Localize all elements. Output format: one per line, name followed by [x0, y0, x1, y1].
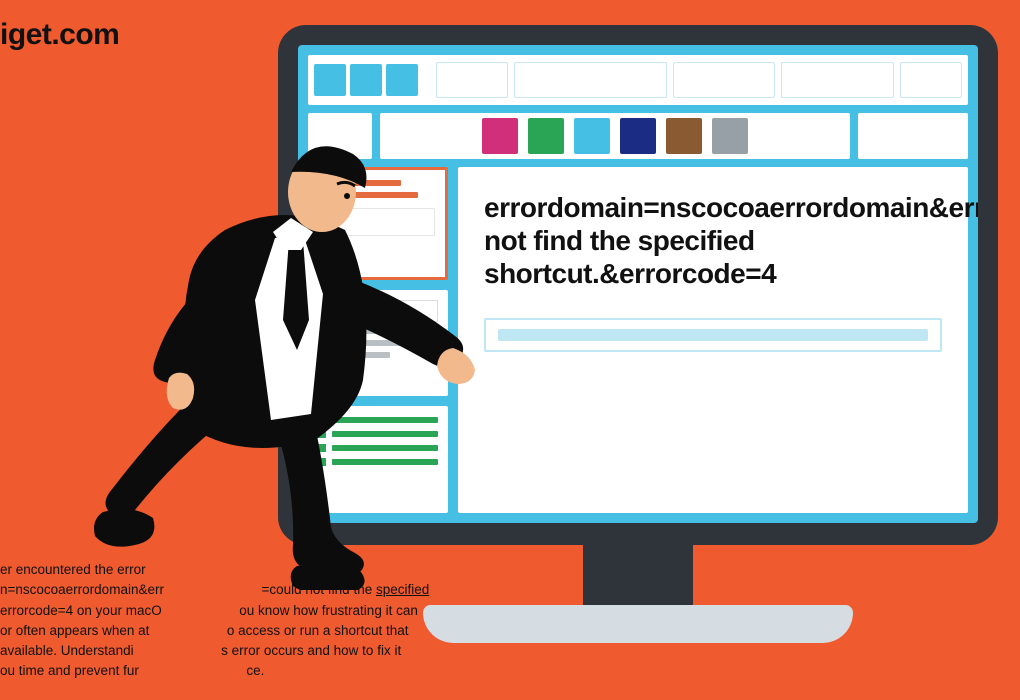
text: ou time and prevent fur: [0, 663, 139, 678]
text: o access or run a shortcut that: [227, 623, 409, 638]
site-logo: iget.com: [0, 18, 119, 52]
text: ce.: [246, 663, 264, 678]
toolbar-slot: [781, 62, 893, 98]
text: ou know how frustrating it can: [239, 603, 418, 618]
text: s error occurs and how to fix it: [221, 643, 401, 658]
swatch: [574, 118, 610, 154]
toolbar-slot: [514, 62, 667, 98]
content-placeholder: [484, 318, 942, 352]
swatch: [666, 118, 702, 154]
app-titlebar: [308, 55, 968, 105]
slide-canvas: errordomain=nscocoaerrordomain&errormess…: [458, 167, 968, 513]
toolbar-slot: [673, 62, 775, 98]
slide-title: errordomain=nscocoaerrordomain&errormess…: [484, 191, 942, 290]
text: available. Understandi: [0, 643, 134, 658]
running-man-illustration: [75, 120, 495, 590]
toolbar-slot: [900, 62, 962, 98]
window-controls: [314, 64, 418, 96]
ribbon-group: [858, 113, 968, 159]
swatch: [528, 118, 564, 154]
text: or often appears when at: [0, 623, 149, 638]
swatch: [712, 118, 748, 154]
monitor-neck: [583, 545, 693, 605]
toolbar-slot: [436, 62, 508, 98]
text: errorcode=4 on your macO: [0, 603, 162, 618]
swatch: [620, 118, 656, 154]
